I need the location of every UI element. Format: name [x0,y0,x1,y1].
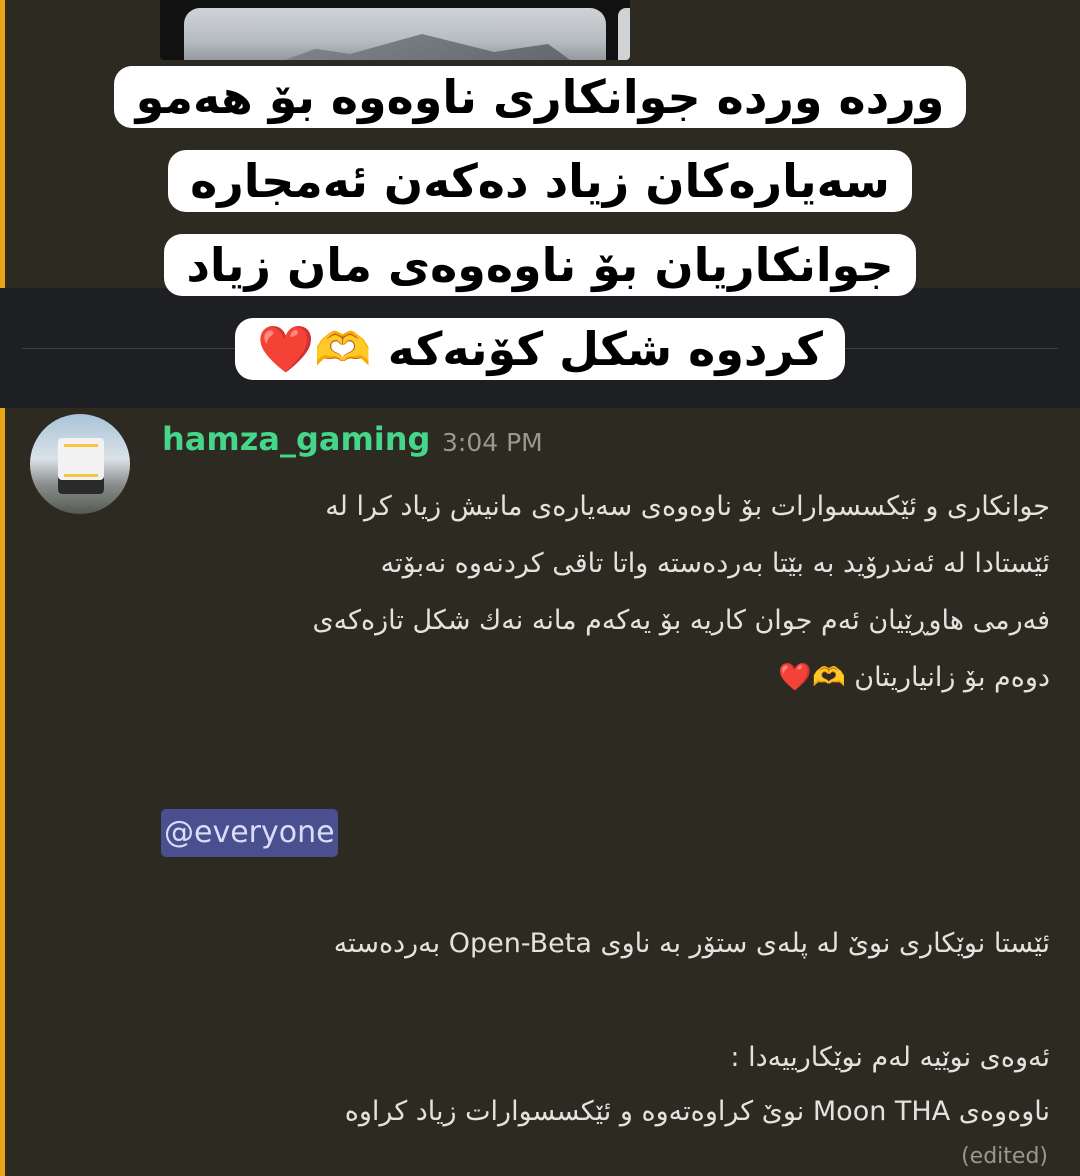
message-timestamp: 3:04 PM [442,428,543,457]
caption-line-1: ورده ورده جوانكاری ناوه‌وه بۆ هه‌مو [135,70,945,124]
video-caption-overlay: ورده ورده جوانكاری ناوه‌وه بۆ هه‌مو سه‌یا… [0,55,1080,391]
image-attachment[interactable] [184,8,606,60]
username[interactable]: hamza_gaming [162,420,430,458]
message-line-4: دوەم بۆ زانیاریتان 🫶❤️ [160,649,1050,706]
truck-avatar-icon [58,438,104,494]
caption-line-4: كردوه شكل كۆنه‌كه [387,322,823,376]
moon-tha-line: ناوه‌وه‌ی Moon THA نوێ كراوه‌ته‌وه و ئێك… [344,1096,1050,1127]
everyone-mention[interactable]: @everyone [161,809,338,857]
edited-label: (edited) [961,1144,1048,1169]
message-line-3: فه‌رمی هاوڕێیان ئه‌م جوان كاریه بۆ یه‌كه… [312,605,1051,636]
message-line-2: ئێستادا له ئه‌ندرۆید به بێتا به‌رده‌سته … [380,548,1050,579]
heart-hands-emoji-icon: 🫶 [812,662,846,693]
avatar[interactable] [30,414,130,514]
message-paragraph: جوانكاری و ئێكسسوارات بۆ ناوه‌وه‌ی سه‌یا… [160,478,1051,706]
message-line-4-text: دوەم بۆ زانیاریتان [854,662,1050,693]
red-heart-emoji-icon: ❤️ [257,322,315,376]
message-line-1: جوانكاری و ئێكسسوارات بۆ ناوه‌وه‌ی سه‌یا… [325,491,1050,522]
caption-line-3: جوانكاریان بۆ ناوه‌وه‌ی مان زیاد [186,238,894,292]
whats-new-heading: ئه‌وه‌ی نوێیه له‌م نوێكارییه‌دا : [730,1042,1050,1073]
open-beta-line: ئێستا نوێكاری نوێ له پله‌ی ستۆر به ناوی … [333,928,1050,959]
caption-text: ورده ورده جوانكاری ناوه‌وه بۆ هه‌مو سه‌یا… [113,66,967,380]
heart-hands-emoji-icon: 🫶 [314,322,372,376]
image-attachment-2[interactable] [618,8,630,60]
caption-line-2: سه‌یاره‌كان زیاد ده‌كه‌ن ئه‌مجاره [190,154,890,208]
red-heart-emoji-icon: ❤️ [778,662,813,693]
previous-message-image[interactable] [160,0,630,60]
